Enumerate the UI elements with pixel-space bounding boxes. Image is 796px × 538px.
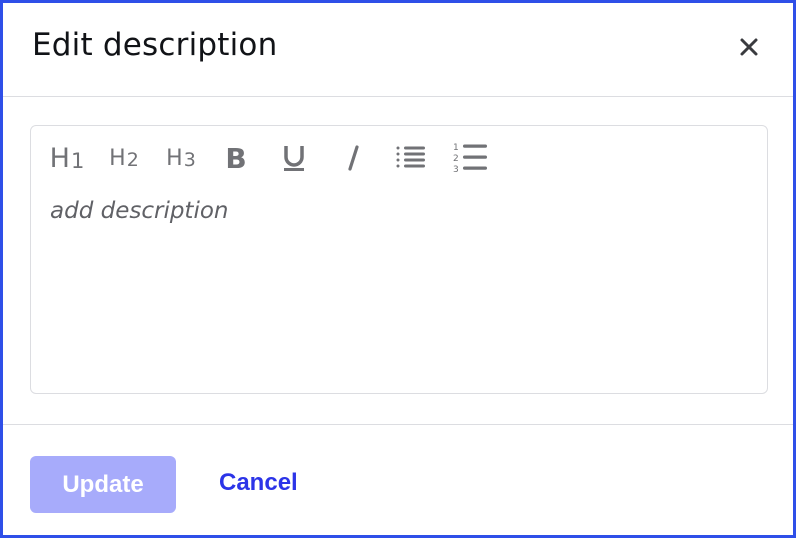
description-placeholder: add description bbox=[50, 198, 229, 224]
rich-text-editor[interactable]: H1 H2 H3 B 1 2 3 add description bbox=[30, 125, 768, 394]
heading-1-icon: H1 bbox=[49, 142, 85, 174]
bold-button[interactable]: B bbox=[223, 140, 249, 176]
ordered-list-button[interactable]: 1 2 3 bbox=[451, 140, 489, 176]
heading-1-button[interactable]: H1 bbox=[47, 140, 87, 176]
bullet-list-button[interactable] bbox=[395, 140, 427, 176]
heading-3-button[interactable]: H3 bbox=[163, 140, 199, 176]
dialog-footer: Update Cancel bbox=[3, 424, 793, 535]
cancel-button[interactable]: Cancel bbox=[219, 469, 298, 497]
ordered-number-3: 3 bbox=[453, 165, 459, 175]
underline-button[interactable] bbox=[281, 140, 307, 176]
ordered-number-1: 1 bbox=[453, 143, 459, 153]
italic-button[interactable] bbox=[343, 140, 363, 176]
close-button[interactable] bbox=[735, 33, 763, 61]
close-icon bbox=[740, 38, 758, 56]
edit-description-dialog: Edit description H1 H2 H3 B 1 2 3 add de… bbox=[0, 0, 796, 538]
dialog-title: Edit description bbox=[32, 27, 278, 63]
bold-icon: B bbox=[225, 141, 247, 175]
heading-2-button[interactable]: H2 bbox=[106, 140, 142, 176]
italic-icon bbox=[348, 145, 359, 171]
ordered-list-icon: 1 2 3 bbox=[453, 143, 487, 175]
heading-3-icon: H3 bbox=[166, 145, 196, 171]
heading-2-icon: H2 bbox=[109, 145, 139, 171]
underline-icon bbox=[284, 146, 304, 171]
update-button[interactable]: Update bbox=[30, 456, 176, 513]
bullet-list-icon bbox=[396, 146, 425, 168]
ordered-number-2: 2 bbox=[453, 154, 459, 164]
dialog-header: Edit description bbox=[3, 3, 793, 97]
editor-toolbar: H1 H2 H3 B 1 2 3 bbox=[31, 126, 767, 196]
